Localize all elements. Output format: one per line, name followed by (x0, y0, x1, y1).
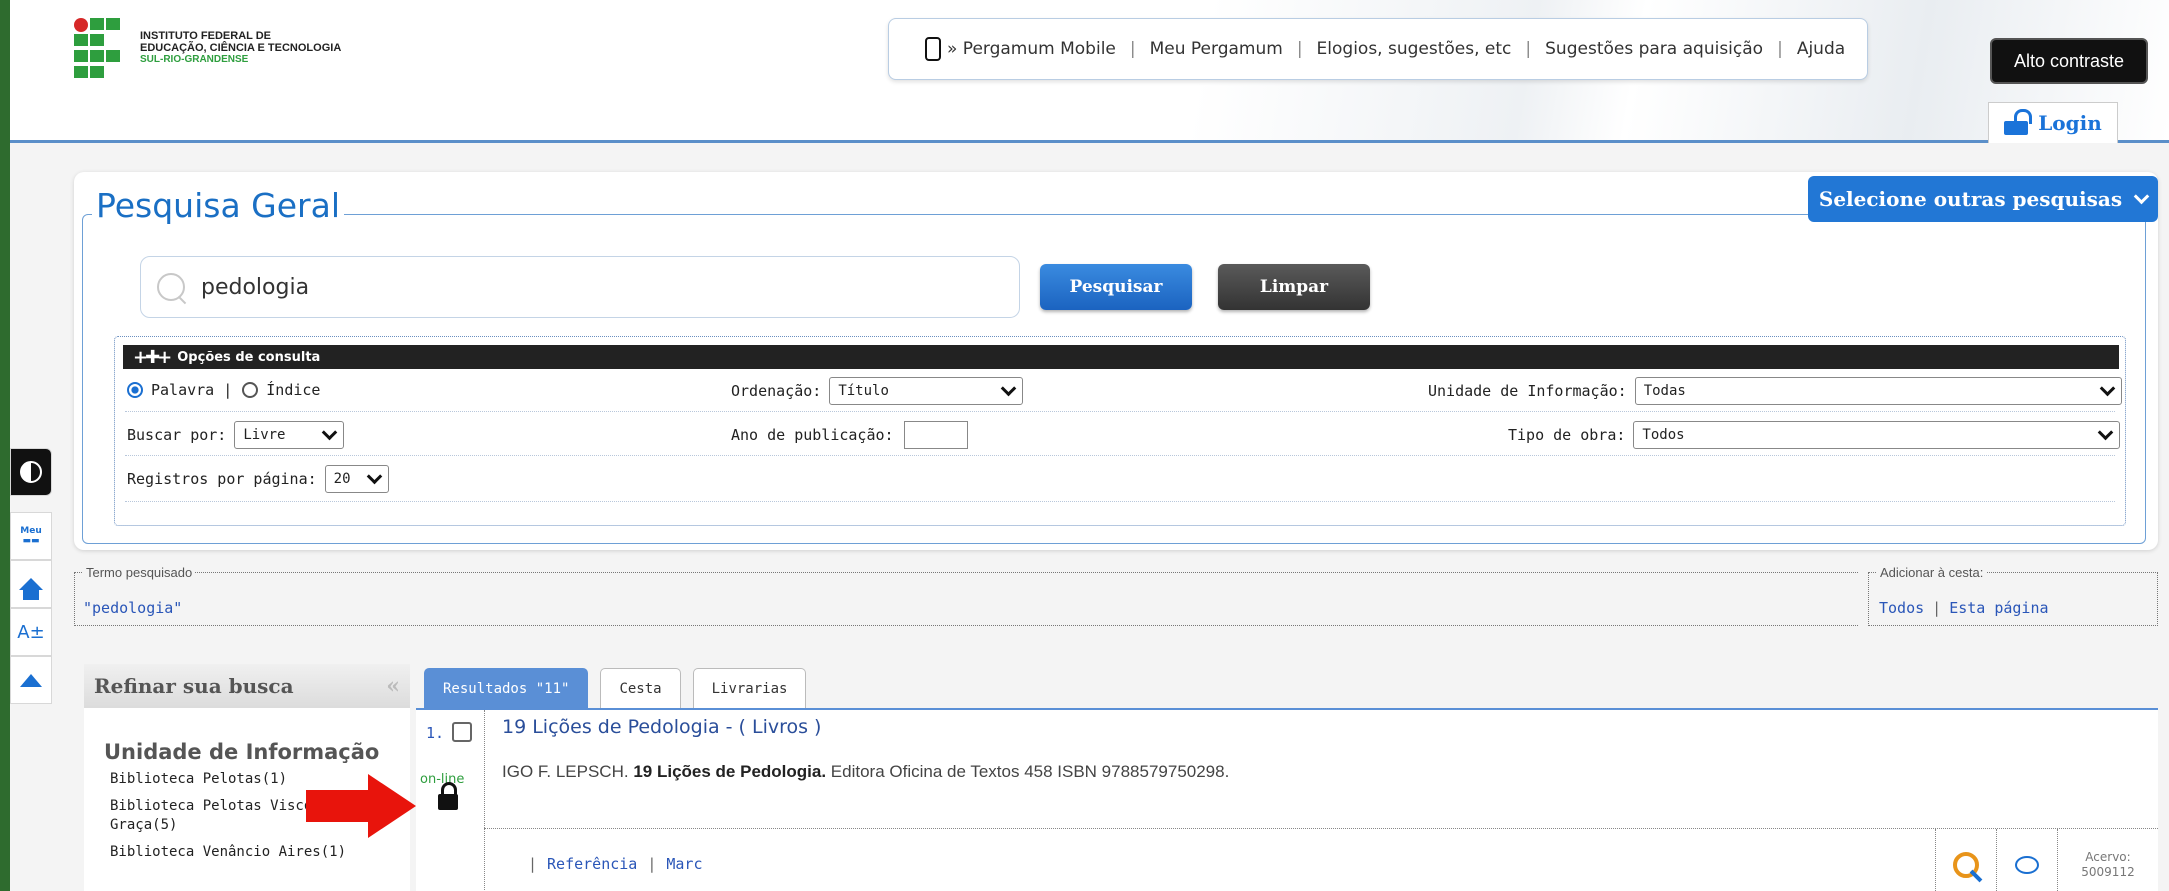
work-type-row: Tipo de obra: Todos (1508, 421, 2121, 449)
scroll-top-button[interactable] (10, 656, 52, 704)
search-map-icon (1953, 852, 1979, 878)
search-panel: Pesquisa Geral Selecione outras pesquisa… (74, 172, 2158, 550)
radio-palavra[interactable] (127, 382, 143, 398)
work-type-select[interactable]: Todos (1633, 421, 2121, 449)
search-button[interactable]: Pesquisar (1040, 264, 1192, 310)
lock-icon[interactable] (438, 782, 458, 810)
search-by-select[interactable]: Livre (234, 421, 345, 449)
select-other-searches-button[interactable]: Selecione outras pesquisas (1808, 176, 2158, 222)
contrast-toggle-button[interactable] (10, 448, 52, 496)
nav-sugestoes-aquisicao[interactable]: Sugestões para aquisição (1545, 39, 1763, 59)
options-header[interactable]: +✚+ Opções de consulta (123, 345, 2119, 369)
search-box (140, 256, 1020, 318)
chat-bubble-icon (2015, 856, 2039, 874)
chevron-down-icon (2098, 424, 2114, 441)
cart-add-page-link[interactable]: Esta página (1949, 599, 2048, 617)
refine-header: Refinar sua busca « (84, 664, 410, 708)
font-size-button[interactable]: A± (10, 608, 52, 656)
add-to-cart-box: Adicionar à cesta: Todos | Esta página (1868, 565, 2158, 626)
search-icon (157, 273, 185, 301)
home-button[interactable] (10, 560, 52, 608)
year-input[interactable] (903, 421, 968, 449)
logo-mark-icon (74, 18, 124, 78)
reference-link[interactable]: Referência (547, 855, 637, 873)
result-item: 1. on-line 19 Lições de Pedologia - ( Li… (416, 708, 2158, 891)
tab-livrarias[interactable]: Livrarias (692, 668, 807, 709)
unlock-icon (2004, 109, 2033, 135)
meu-pergamum-button[interactable]: Meu ▬▬ (10, 512, 52, 560)
order-row: Ordenação: Título (731, 377, 1024, 405)
collapse-icon[interactable]: « (386, 673, 400, 699)
result-number: 1. (426, 724, 445, 742)
searched-term: "pedologia" (83, 599, 183, 617)
page-title: Pesquisa Geral (92, 186, 344, 225)
nav-meu-pergamum[interactable]: Meu Pergamum (1150, 39, 1283, 59)
refine-item[interactable]: Biblioteca Venâncio Aires(1) (110, 843, 400, 862)
page: INSTITUTO FEDERAL DE EDUCAÇÃO, CIÊNCIA E… (10, 0, 2169, 891)
marc-link[interactable]: Marc (666, 855, 702, 873)
result-description: IGO F. LEPSCH. 19 Lições de Pedologia. E… (502, 762, 1230, 781)
home-icon (19, 578, 43, 600)
login-button[interactable]: Login (1988, 102, 2118, 143)
chevron-down-icon (2133, 188, 2150, 205)
result-actions: | Referência | Marc Acervo: 5009112 (484, 828, 2158, 891)
header: INSTITUTO FEDERAL DE EDUCAÇÃO, CIÊNCIA E… (10, 0, 2169, 143)
search-options: +✚+ Opções de consulta Palavra | Índice … (114, 336, 2126, 526)
comment-button[interactable] (1996, 829, 2057, 891)
nav-pergamum-mobile[interactable]: » Pergamum Mobile (947, 39, 1116, 59)
chevron-down-icon (1001, 380, 1017, 397)
high-contrast-button[interactable]: Alto contraste (1990, 38, 2148, 84)
per-page-select[interactable]: 20 (324, 465, 389, 493)
unit-select[interactable]: Todas (1634, 377, 2122, 405)
per-page-row: Registros por página: 20 (127, 465, 389, 493)
chevron-down-icon (366, 468, 382, 485)
institute-logo[interactable]: INSTITUTO FEDERAL DE EDUCAÇÃO, CIÊNCIA E… (74, 18, 341, 78)
search-input[interactable] (199, 273, 963, 301)
contrast-icon (20, 461, 42, 483)
result-title[interactable]: 19 Lições de Pedologia - ( Livros ) (502, 716, 821, 738)
refine-group-title: Unidade de Informação (104, 740, 380, 764)
search-term-area: Termo pesquisado "pedologia" Adicionar à… (74, 565, 2158, 626)
nav-elogios[interactable]: Elogios, sugestões, etc (1317, 39, 1512, 59)
result-checkbox[interactable] (452, 722, 472, 742)
arrow-up-icon (20, 673, 42, 687)
institute-name: INSTITUTO FEDERAL DE EDUCAÇÃO, CIÊNCIA E… (140, 30, 342, 65)
nav-ajuda[interactable]: Ajuda (1797, 39, 1845, 59)
font-size-icon: A± (17, 621, 45, 643)
clear-button[interactable]: Limpar (1218, 264, 1370, 310)
mobile-phone-icon (925, 37, 941, 61)
accessibility-sidebar: Meu ▬▬ A± (10, 448, 52, 704)
unit-row: Unidade de Informação: Todas (1428, 377, 2122, 405)
search-mode-group: Palavra | Índice (127, 381, 320, 399)
tab-resultados[interactable]: Resultados "11" (424, 668, 589, 709)
chevron-down-icon (2099, 380, 2115, 397)
year-row: Ano de publicação: (731, 421, 968, 449)
acervo-id: Acervo: 5009112 (2057, 829, 2158, 891)
order-select[interactable]: Título (829, 377, 1024, 405)
tab-cesta[interactable]: Cesta (600, 668, 681, 709)
search-by-row: Buscar por: Livre (127, 421, 345, 449)
plus-icon: +✚+ (133, 346, 172, 368)
locate-button[interactable] (1935, 829, 1996, 891)
top-navigation: » Pergamum Mobile | Meu Pergamum | Elogi… (888, 18, 1868, 80)
red-arrow-icon (306, 774, 416, 838)
cart-add-all-link[interactable]: Todos (1879, 599, 1924, 617)
results-area: Resultados "11" Cesta Livrarias 1. on-li… (416, 664, 2158, 891)
meu-pergamum-icon: Meu ▬▬ (20, 526, 42, 546)
chevron-down-icon (322, 424, 338, 441)
radio-indice[interactable] (242, 382, 259, 398)
login-label: Login (2038, 111, 2102, 135)
searched-term-box: Termo pesquisado "pedologia" (74, 565, 1858, 626)
results-tabs: Resultados "11" Cesta Livrarias (424, 668, 818, 709)
